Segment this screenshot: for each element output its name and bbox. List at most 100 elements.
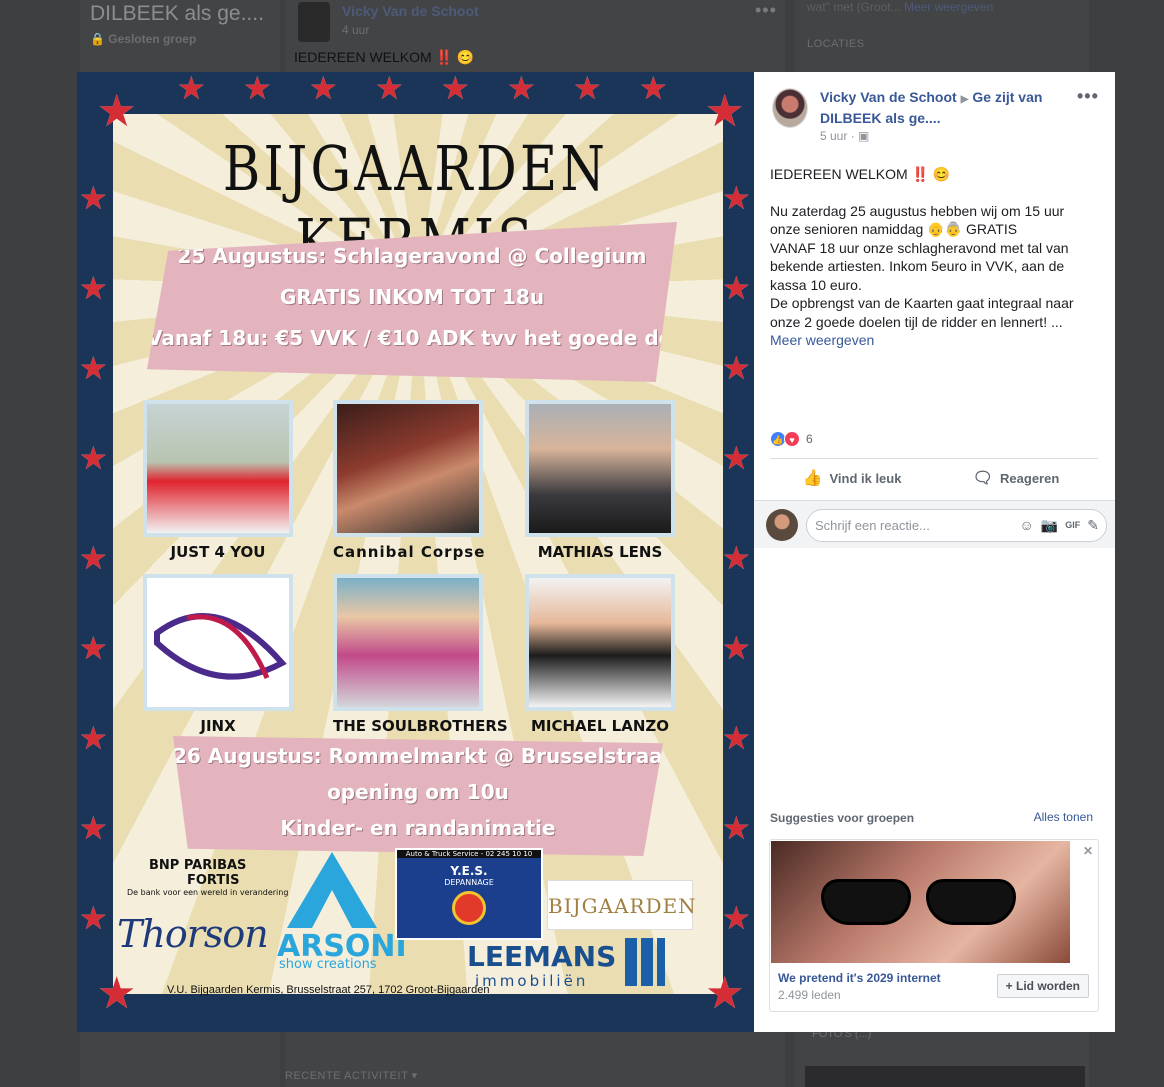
post-line: IEDEREEN WELKOM ‼️ 😊 — [770, 166, 951, 182]
comment-composer: Schrijf een reactie... ☺ 📷 GIF ✎ — [754, 500, 1115, 548]
poster-footer: V.U. Bijgaarden Kermis, Brusselstraat 25… — [167, 984, 490, 996]
star-icon: ★ — [639, 72, 668, 107]
star-icon: ★ — [705, 968, 745, 1019]
artist-photo — [143, 400, 293, 537]
camera-icon[interactable]: 📷 — [1041, 509, 1058, 542]
sticker-icon[interactable]: ✎ — [1087, 509, 1099, 542]
group-title[interactable]: DILBEEK als ge.... — [90, 2, 264, 26]
composer-icons: ☺ 📷 GIF ✎ — [1020, 509, 1099, 542]
post-panel: Vicky Van de Schoot ▶ Ge zijt van DILBEEK … — [754, 72, 1115, 1032]
jinx-logo-icon — [154, 613, 287, 680]
see-more-link[interactable]: Meer weergeven — [770, 331, 1090, 350]
banner-line: Vanaf 18u: €5 VVK / €10 ADK tvv het goed… — [147, 326, 693, 350]
star-icon: ★ — [79, 719, 108, 757]
star-icon: ★ — [722, 539, 751, 577]
star-icon: ★ — [722, 179, 751, 217]
star-icon: ★ — [705, 86, 745, 137]
star-icon: ★ — [375, 72, 404, 107]
post-time[interactable]: 4 uur — [342, 23, 369, 37]
arrow-right-icon: ▶ — [960, 94, 969, 105]
post-line: Nu zaterdag 25 augustus hebben wij om 15… — [770, 202, 1065, 238]
action-bar: 👍 Vind ik leuk 🗨 Reageren — [770, 460, 1098, 496]
star-icon: ★ — [243, 72, 272, 107]
artist-tile: THE SOULBROTHERS — [333, 574, 508, 735]
artist-tile: JINX — [143, 574, 293, 735]
recent-activity-label[interactable]: RECENTE ACTIVITEIT ▾ — [285, 1069, 418, 1082]
sponsor-brasserie: BIJGAARDEN — [547, 880, 696, 930]
artist-photo — [143, 574, 293, 711]
suggested-group-card[interactable]: ✕ We pretend it's 2029 internet 2.499 le… — [769, 839, 1099, 1012]
star-icon: ★ — [79, 439, 108, 477]
viewer-avatar — [766, 509, 798, 541]
artist-photo — [333, 400, 483, 537]
artist-photo — [525, 400, 675, 537]
photo-viewer: ★ ★ ★ ★ ★ ★ ★ ★ ★ ★ ★ ★ ★ ★ ★ ★ ★ ★ ★ ★ … — [77, 72, 1115, 1032]
star-icon: ★ — [507, 72, 536, 107]
show-all-link[interactable]: Alles tonen — [1034, 810, 1093, 824]
artist-name: Cannibal Corpse — [333, 543, 486, 561]
post-body: IEDEREEN WELKOM ‼️ 😊 Nu zaterdag 25 augu… — [770, 165, 1090, 350]
reaction-count: 6 — [806, 432, 813, 446]
post-menu-icon[interactable]: ••• — [755, 0, 777, 21]
group-cover-image — [771, 841, 1070, 963]
star-icon: ★ — [722, 439, 751, 477]
star-icon: ★ — [79, 179, 108, 217]
artist-photo — [525, 574, 675, 711]
photo-thumbnails[interactable] — [805, 1066, 1085, 1087]
close-icon[interactable]: ✕ — [1083, 844, 1093, 858]
post-author[interactable]: Vicky Van de Schoot — [342, 3, 479, 19]
star-icon: ★ — [722, 899, 751, 937]
artist-tile: Cannibal Corpse — [333, 400, 486, 561]
gif-icon[interactable]: GIF — [1065, 509, 1080, 542]
post-avatar[interactable] — [298, 2, 330, 42]
star-icon: ★ — [722, 269, 751, 307]
sponsor-leemans-sub: immobiliën — [475, 972, 589, 990]
post-time[interactable]: 5 uur · ▣ — [820, 129, 869, 143]
star-icon: ★ — [97, 86, 137, 137]
star-icon: ★ — [309, 72, 338, 107]
artist-name: JUST 4 YOU — [170, 543, 266, 561]
artist-name: JINX — [200, 717, 236, 735]
artist-name: THE SOULBROTHERS — [333, 717, 508, 735]
banner-line: opening om 10u — [327, 780, 509, 804]
artist-name: MATHIAS LENS — [537, 543, 663, 561]
reaction-summary[interactable]: 👍 ♥ 6 — [770, 431, 813, 447]
more-options-icon[interactable]: ••• — [1077, 86, 1099, 107]
post-line: De opbrengst van de Kaarten gaat integra… — [770, 295, 1074, 330]
artist-tile: JUST 4 YOU — [143, 400, 293, 561]
join-group-button[interactable]: + Lid worden — [996, 974, 1089, 998]
sponsor-bnp: BNP PARIBAS FORTIS De bank voor een were… — [127, 858, 289, 897]
post-text: IEDEREEN WELKOM ‼️ 😊 — [294, 49, 475, 65]
star-icon: ★ — [79, 349, 108, 387]
banner-rommelmarkt: 26 Augustus: Rommelmarkt @ Brusselstraat… — [173, 736, 663, 856]
star-icon: ★ — [177, 72, 206, 107]
artist-photo — [333, 574, 483, 711]
sponsor-yes: Auto & Truck Service - 02 245 10 10 Y.E.… — [395, 848, 543, 940]
comment-icon: 🗨 — [972, 470, 994, 487]
divider — [770, 458, 1098, 459]
star-icon: ★ — [722, 809, 751, 847]
star-icon: ★ — [79, 539, 108, 577]
member-count: 2.499 leden — [778, 988, 841, 1002]
banner-line: 26 Augustus: Rommelmarkt @ Brusselstraat — [173, 744, 673, 768]
star-icon: ★ — [79, 809, 108, 847]
right-more-link[interactable]: Meer weergeven — [904, 0, 993, 14]
group-type: 🔒 Gesloten groep — [90, 32, 197, 46]
emoji-icon[interactable]: ☺ — [1020, 509, 1034, 542]
star-icon: ★ — [441, 72, 470, 107]
post-line: VANAF 18 uur onze schlagheravond met tal… — [770, 239, 1069, 293]
author-name[interactable]: Vicky Van de Schoot — [820, 89, 957, 105]
banner-line: GRATIS INKOM TOT 18u — [279, 285, 545, 309]
star-icon: ★ — [722, 719, 751, 757]
star-icon: ★ — [79, 899, 108, 937]
like-button[interactable]: 👍 Vind ik leuk — [770, 460, 934, 496]
star-icon: ★ — [97, 968, 137, 1019]
right-snippet: wat" met (Groot... Meer weergeven — [807, 0, 994, 14]
author-avatar[interactable] — [772, 88, 808, 128]
comment-button[interactable]: 🗨 Reageren — [934, 460, 1098, 496]
group-name[interactable]: We pretend it's 2029 internet — [778, 971, 941, 985]
poster-photo[interactable]: ★ ★ ★ ★ ★ ★ ★ ★ ★ ★ ★ ★ ★ ★ ★ ★ ★ ★ ★ ★ … — [77, 72, 754, 1032]
artist-tile: MATHIAS LENS — [525, 400, 675, 561]
star-icon: ★ — [573, 72, 602, 107]
artist-tile: MICHAEL LANZO — [525, 574, 675, 735]
